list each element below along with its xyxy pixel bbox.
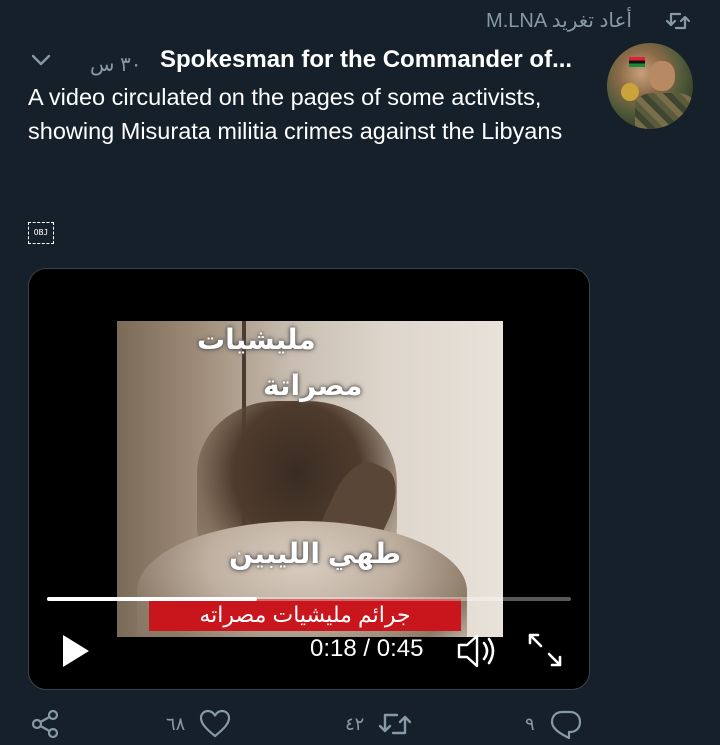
video-overlay-text-1: مليشيات	[197, 324, 316, 355]
display-name[interactable]: Spokesman for the Commander of...	[160, 46, 588, 74]
retweet-button[interactable]: ٤٢	[345, 706, 412, 742]
share-button[interactable]	[30, 706, 60, 742]
flag-icon	[629, 57, 645, 67]
volume-icon	[457, 634, 495, 668]
volume-button[interactable]	[455, 631, 501, 671]
video-progress-fill	[47, 597, 257, 601]
tweet-timestamp[interactable]: ٣٠ س	[90, 52, 141, 77]
like-button[interactable]: ٦٨	[166, 706, 231, 742]
retweet-action-icon	[379, 713, 412, 735]
fullscreen-button[interactable]	[526, 631, 564, 669]
video-overlay-text-3: طهي الليبين	[229, 538, 401, 569]
play-button[interactable]	[59, 632, 93, 670]
retweet-count: ٤٢	[345, 713, 365, 734]
video-player[interactable]: مليشيات مصراتة طهي الليبين جرائم مليشيات…	[28, 268, 590, 690]
video-progress-bar[interactable]	[47, 597, 571, 601]
chevron-down-icon[interactable]	[30, 52, 52, 68]
avatar[interactable]	[607, 43, 693, 129]
reply-count: ٩	[525, 713, 535, 734]
retweet-header[interactable]: M.LNA أعاد تغريد	[486, 8, 690, 33]
video-banner: جرائم مليشيات مصراته	[149, 599, 461, 631]
share-icon	[31, 709, 59, 739]
retweet-header-label: M.LNA أعاد تغريد	[486, 10, 632, 32]
tweet-text: A video circulated on the pages of some …	[28, 84, 563, 144]
heart-icon	[200, 709, 231, 738]
reply-button[interactable]: ٩	[525, 706, 583, 742]
tweet-actions: ٦٨ ٤٢ ٩	[0, 706, 720, 742]
like-count: ٦٨	[166, 713, 186, 734]
reply-icon	[550, 710, 581, 740]
video-time-readout: 0:18 / 0:45	[310, 635, 424, 662]
retweet-icon	[666, 10, 690, 32]
video-frame[interactable]: مليشيات مصراتة طهي الليبين جرائم مليشيات…	[117, 321, 503, 637]
fullscreen-icon	[528, 633, 562, 667]
video-overlay-text-2: مصراتة	[263, 370, 363, 401]
tweet-card[interactable]: M.LNA أعاد تغريد ٣٠ س Spokesman for the …	[0, 0, 720, 745]
avatar-face	[649, 61, 675, 91]
play-icon	[63, 635, 89, 667]
avatar-uniform	[635, 93, 693, 129]
embedded-object-placeholder: OBJ	[28, 222, 54, 244]
